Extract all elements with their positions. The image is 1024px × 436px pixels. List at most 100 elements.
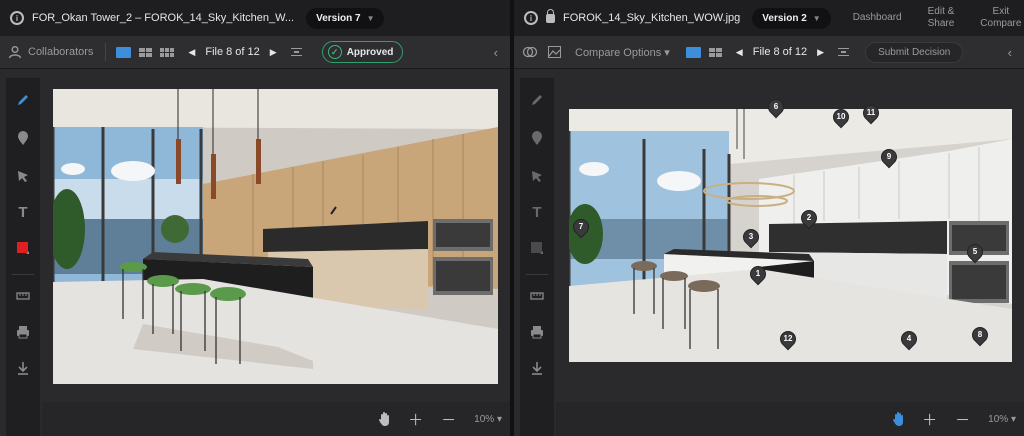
- annotation-pin[interactable]: 2: [797, 206, 821, 230]
- next-file-icon[interactable]: ▶: [817, 47, 824, 58]
- dashboard-link[interactable]: Dashboard: [853, 12, 902, 24]
- user-icon[interactable]: [8, 45, 22, 59]
- right-canvas[interactable]: 1 2 3 4 5 6 7 8 9 10 11 12: [556, 69, 1024, 404]
- chevron-down-icon: ▼: [366, 13, 375, 23]
- kitchen-render-image: [569, 109, 1012, 362]
- grid-2-view-icon[interactable]: [139, 47, 153, 57]
- pen-icon[interactable]: [520, 88, 554, 112]
- grid-2-view-icon[interactable]: [708, 47, 722, 57]
- download-icon[interactable]: [520, 356, 554, 380]
- left-zoom-label: 10%: [474, 413, 495, 425]
- submit-decision-button[interactable]: Submit Decision: [865, 41, 964, 63]
- check-icon: ✓: [327, 45, 342, 59]
- right-tool-sidebar: T: [520, 78, 554, 436]
- ruler-icon[interactable]: [6, 284, 40, 308]
- edit-share-line2: Share: [927, 18, 955, 29]
- left-bottom-bar: ＋ － 10% ▾: [42, 402, 510, 436]
- prev-file-icon[interactable]: ◀: [188, 47, 195, 58]
- left-pane: i FOR_Okan Tower_2 – FOROK_14_Sky_Kitche…: [0, 0, 510, 436]
- zoom-in-icon[interactable]: ＋: [922, 409, 937, 430]
- right-version-dropdown[interactable]: Version 2 ▼: [752, 7, 831, 29]
- annotation-pin[interactable]: 9: [877, 145, 901, 169]
- lock-icon: [546, 8, 555, 23]
- left-zoom-dropdown[interactable]: 10% ▾: [474, 414, 502, 425]
- compare-options-dropdown[interactable]: Compare Options ▾: [575, 46, 670, 59]
- color-swatch-icon[interactable]: [6, 236, 40, 260]
- prev-file-icon[interactable]: ◀: [736, 47, 743, 58]
- left-version-dropdown[interactable]: Version 7 ▼: [306, 7, 385, 29]
- right-pager: ◀ File 8 of 12 ▶: [736, 46, 824, 58]
- hand-icon[interactable]: [378, 411, 392, 427]
- edit-share-link[interactable]: Edit & Share: [928, 6, 955, 30]
- grid-3-view-icon[interactable]: [160, 47, 175, 57]
- compare-view: i FOR_Okan Tower_2 – FOROK_14_Sky_Kitche…: [0, 0, 1024, 436]
- marker-icon[interactable]: [520, 126, 554, 150]
- zoom-out-icon[interactable]: －: [955, 409, 970, 430]
- annotation-pin[interactable]: 4: [897, 327, 921, 351]
- left-file-title: FOR_Okan Tower_2 – FOROK_14_Sky_Kitchen_…: [32, 12, 295, 24]
- annotation-pin[interactable]: 1: [746, 262, 770, 286]
- info-icon[interactable]: i: [10, 11, 24, 25]
- print-icon[interactable]: [520, 320, 554, 344]
- left-tool-sidebar: T: [6, 78, 40, 436]
- exit-compare-line2: Compare: [980, 18, 1022, 29]
- annotation-pin[interactable]: 3: [739, 225, 763, 249]
- right-version-label: Version 2: [762, 12, 807, 24]
- annotation-pin[interactable]: 7: [569, 215, 593, 239]
- tool-separator: [526, 274, 548, 275]
- left-pager-text: File 8 of 12: [205, 46, 260, 58]
- left-topbar: i FOR_Okan Tower_2 – FOROK_14_Sky_Kitche…: [0, 0, 510, 36]
- filter-icon[interactable]: [838, 48, 850, 56]
- hand-icon[interactable]: [892, 411, 906, 427]
- next-file-icon[interactable]: ▶: [270, 47, 277, 58]
- single-view-button[interactable]: [116, 46, 132, 58]
- exit-compare-line1: Exit: [992, 6, 1010, 17]
- zoom-out-icon[interactable]: －: [441, 409, 456, 430]
- text-icon[interactable]: T: [6, 200, 40, 224]
- collaborators-button[interactable]: Collaborators: [28, 46, 93, 58]
- right-bottom-bar: ＋ － 10% ▾: [556, 402, 1024, 436]
- toolbar-separator: [105, 43, 107, 61]
- arrow-tool-icon[interactable]: [6, 164, 40, 188]
- approval-status-label: Approved: [346, 46, 394, 58]
- annotation-pin[interactable]: 10: [829, 105, 853, 129]
- annotation-pin[interactable]: 5: [963, 240, 987, 264]
- color-swatch-icon[interactable]: [520, 236, 554, 260]
- compare-options-label: Compare Options: [575, 46, 662, 59]
- chevron-left-icon[interactable]: ‹: [1008, 45, 1012, 60]
- left-canvas[interactable]: [42, 69, 510, 404]
- left-toolbar: Collaborators ◀ File 8 of 12 ▶ ✓ Approve…: [0, 36, 510, 69]
- exit-compare-link[interactable]: Exit Compare: [980, 6, 1021, 30]
- left-pager: ◀ File 8 of 12 ▶: [188, 46, 276, 58]
- arrow-tool-icon[interactable]: [520, 164, 554, 188]
- ruler-icon[interactable]: [520, 284, 554, 308]
- annotation-pin[interactable]: 8: [968, 323, 992, 347]
- marker-icon[interactable]: [6, 126, 40, 150]
- right-topbar: i FOROK_14_Sky_Kitchen_WOW.jpg Version 2…: [514, 0, 1024, 36]
- annotation-pin[interactable]: 12: [776, 327, 800, 351]
- zoom-in-icon[interactable]: ＋: [408, 409, 423, 430]
- right-file-title: FOROK_14_Sky_Kitchen_WOW.jpg: [563, 12, 741, 24]
- pen-icon[interactable]: [6, 88, 40, 112]
- right-toolbar: Compare Options ▾ ◀ File 8 of 12 ▶ Submi…: [514, 36, 1024, 69]
- compare-overlay-icon[interactable]: [522, 46, 538, 58]
- approval-status-badge[interactable]: ✓ Approved: [321, 41, 404, 63]
- left-version-label: Version 7: [316, 12, 361, 24]
- filter-icon[interactable]: [290, 48, 302, 56]
- print-icon[interactable]: [6, 320, 40, 344]
- annotation-pin[interactable]: 6: [764, 95, 788, 119]
- chevron-left-icon[interactable]: ‹: [494, 45, 498, 60]
- right-zoom-dropdown[interactable]: 10% ▾: [988, 414, 1016, 425]
- annotation-pin[interactable]: 11: [859, 101, 883, 125]
- kitchen-render-image: [53, 89, 498, 384]
- right-zoom-label: 10%: [988, 413, 1009, 425]
- text-icon[interactable]: T: [520, 200, 554, 224]
- image-icon[interactable]: [548, 46, 561, 58]
- edit-share-line1: Edit &: [927, 6, 955, 17]
- info-icon[interactable]: i: [524, 11, 538, 25]
- download-icon[interactable]: [6, 356, 40, 380]
- tool-separator: [12, 274, 34, 275]
- chevron-down-icon: ▼: [812, 13, 821, 23]
- right-pane: i FOROK_14_Sky_Kitchen_WOW.jpg Version 2…: [514, 0, 1024, 436]
- single-view-button[interactable]: [685, 46, 701, 58]
